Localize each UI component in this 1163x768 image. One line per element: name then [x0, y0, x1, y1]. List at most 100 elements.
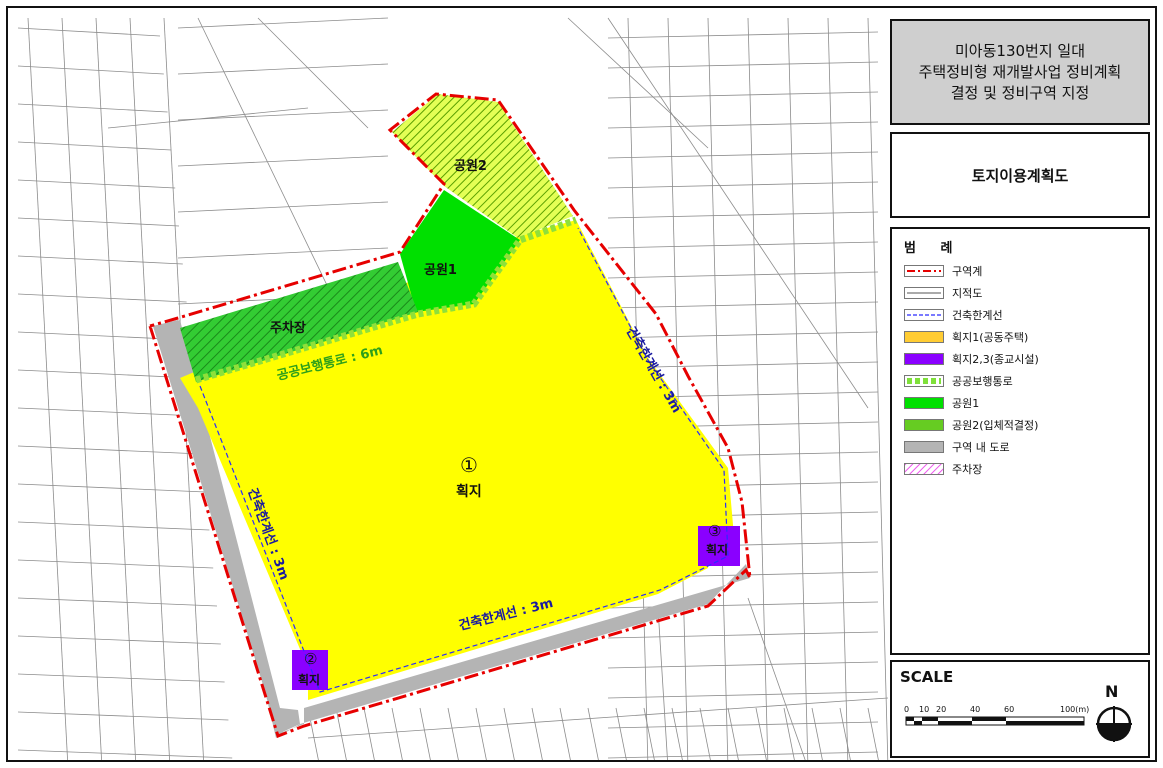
parcel-line	[17, 65, 164, 75]
parcel-line	[531, 707, 543, 760]
parcel-line	[363, 707, 375, 760]
title-line-3: 결정 및 정비구역 지정	[950, 83, 1090, 102]
legend-swatch-lot23	[904, 353, 944, 365]
parcel-line	[475, 707, 487, 760]
label-lot1: 획지	[456, 483, 482, 500]
label-lot3: 획지	[706, 542, 728, 557]
legend-label: 획지1(공동주택)	[952, 331, 1029, 344]
title-panel: 미아동130번지 일대 주택정비형 재개발사업 정비계획 결정 및 정비구역 지…	[890, 19, 1150, 125]
parcel-line	[607, 61, 879, 69]
legend-swatch-lot1	[904, 331, 944, 343]
parcel-line	[607, 631, 879, 639]
north-arrow-icon	[1096, 706, 1132, 742]
parcel-line	[607, 181, 879, 189]
parcel-line	[17, 217, 180, 227]
parcel-line	[107, 107, 309, 129]
parcel-line	[607, 331, 879, 339]
parcel-line	[587, 707, 599, 760]
parcel-line	[17, 483, 206, 493]
parcel-line	[607, 271, 879, 279]
label-lot2: 획지	[298, 672, 320, 687]
legend-item-lot1: 획지1(공동주택)	[904, 329, 1028, 345]
legend-label: 구역 내 도로	[952, 441, 1010, 454]
legend-label: 획지2,3(종교시설)	[952, 353, 1039, 366]
parcel-line	[607, 751, 879, 759]
parcel-line	[867, 707, 879, 760]
legend-swatch-boundary	[904, 265, 944, 277]
legend-swatch-cadastral	[904, 287, 944, 299]
subtitle: 토지이용계획도	[971, 166, 1069, 185]
legend-label: 공원2(입체적결정)	[952, 419, 1039, 432]
scale-tick-100: 100(m)	[1060, 705, 1089, 714]
parcel-line	[177, 109, 389, 121]
parcel-line	[61, 17, 102, 760]
legend-item-park1: 공원1	[904, 395, 979, 411]
parcel-line	[755, 707, 767, 760]
parcel-line	[17, 711, 229, 721]
parcel-line	[177, 201, 389, 213]
legend-item-parking: 주차장	[904, 461, 982, 477]
parcel-line	[177, 155, 389, 167]
label-park2: 공원2	[454, 159, 487, 174]
parcel-line	[17, 179, 176, 189]
legend-item-buildline: 건축한계선	[904, 307, 1003, 323]
parcel-line	[17, 255, 183, 265]
parcel-line	[827, 17, 849, 760]
parcel-line	[607, 31, 879, 39]
parcel-line	[657, 607, 668, 760]
label-park1: 공원1	[424, 263, 457, 278]
parcel-line	[177, 63, 389, 75]
legend-swatch-buildline	[904, 309, 944, 321]
legend-label: 지적도	[952, 287, 983, 300]
legend-item-boundary: 구역계	[904, 263, 982, 279]
parcel-line	[17, 559, 214, 569]
parcel-line	[307, 697, 889, 739]
legend-label: 건축한계선	[952, 309, 1003, 322]
scale-tick-40: 40	[970, 705, 980, 714]
parcel-line	[447, 707, 459, 760]
parcel-line	[17, 635, 221, 645]
parcel-line	[391, 707, 403, 760]
parcel-line	[503, 707, 515, 760]
parcel-line	[867, 17, 889, 760]
north-label: N	[1105, 682, 1119, 701]
scale-tick-20: 20	[936, 705, 946, 714]
legend-label: 구역계	[952, 265, 983, 278]
label-lot1-num: ①	[460, 453, 478, 477]
legend-label: 주차장	[952, 463, 983, 476]
parcel-line	[699, 707, 711, 760]
parcel-line	[177, 247, 389, 259]
parcel-line	[95, 17, 136, 760]
parcel-line	[839, 707, 851, 760]
parcel-line	[607, 721, 879, 729]
parcel-line	[129, 17, 170, 760]
parcel-line	[17, 597, 218, 607]
parcel-line	[727, 707, 739, 760]
legend-item-road: 구역 내 도로	[904, 439, 1010, 455]
parcel-line	[177, 17, 389, 29]
parcel-line	[607, 601, 879, 609]
parcel-line	[607, 151, 879, 159]
parcel-line	[643, 707, 655, 760]
legend-item-cadastral: 지적도	[904, 285, 982, 301]
parcel-line	[197, 17, 339, 309]
parcel-line	[607, 121, 879, 129]
legend-item-park2: 공원2(입체적결정)	[904, 417, 1038, 433]
parcel-line	[17, 749, 233, 759]
parcel-line	[17, 445, 202, 455]
legend-item-lot23: 획지2,3(종교시설)	[904, 351, 1039, 367]
parcel-line	[607, 211, 879, 219]
legend-swatch-parking	[904, 463, 944, 475]
parcel-line	[607, 661, 879, 669]
parcel-line	[747, 17, 769, 760]
parcel-line	[17, 27, 161, 37]
parcel-line	[17, 141, 172, 151]
parcel-line	[607, 691, 879, 699]
parcel-line	[17, 521, 210, 531]
parcel-line	[559, 707, 571, 760]
legend-item-walkway: 공공보행통로	[904, 373, 1013, 389]
parcel-line	[787, 17, 809, 760]
parcel-line	[707, 17, 729, 760]
parcel-line	[811, 707, 823, 760]
parcel-line	[607, 241, 879, 249]
